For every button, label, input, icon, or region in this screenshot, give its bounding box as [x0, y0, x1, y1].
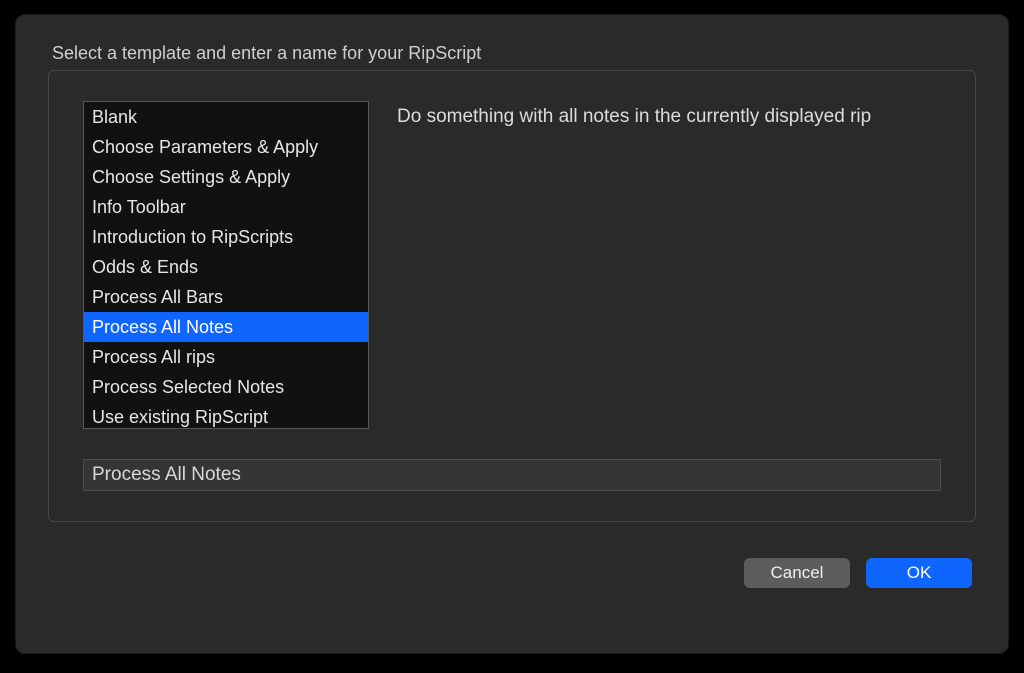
cancel-button[interactable]: Cancel	[744, 558, 850, 588]
template-description: Do something with all notes in the curre…	[397, 101, 941, 429]
dialog-button-row: Cancel OK	[48, 558, 976, 588]
dialog-prompt: Select a template and enter a name for y…	[52, 43, 976, 64]
template-item[interactable]: Process Selected Notes	[84, 372, 368, 402]
template-item[interactable]: Process All Notes	[84, 312, 368, 342]
template-item[interactable]: Use existing RipScript	[84, 402, 368, 429]
template-item[interactable]: Odds & Ends	[84, 252, 368, 282]
content-frame: BlankChoose Parameters & ApplyChoose Set…	[48, 70, 976, 522]
template-listbox[interactable]: BlankChoose Parameters & ApplyChoose Set…	[83, 101, 369, 429]
template-item[interactable]: Info Toolbar	[84, 192, 368, 222]
template-item[interactable]: Process All Bars	[84, 282, 368, 312]
template-item[interactable]: Choose Settings & Apply	[84, 162, 368, 192]
template-item[interactable]: Choose Parameters & Apply	[84, 132, 368, 162]
ripscript-template-dialog: Select a template and enter a name for y…	[15, 14, 1009, 654]
template-item[interactable]: Blank	[84, 102, 368, 132]
ok-button[interactable]: OK	[866, 558, 972, 588]
upper-row: BlankChoose Parameters & ApplyChoose Set…	[83, 101, 941, 429]
template-item[interactable]: Process All rips	[84, 342, 368, 372]
script-name-input[interactable]	[83, 459, 941, 491]
template-item[interactable]: Introduction to RipScripts	[84, 222, 368, 252]
